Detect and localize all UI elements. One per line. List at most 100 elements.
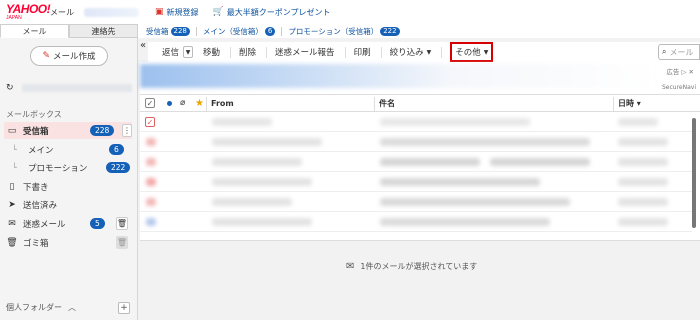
table-row[interactable]: ✓ (140, 112, 692, 132)
column-date[interactable]: 日時 ▾ (618, 98, 641, 109)
message-list: ✓ (140, 112, 700, 240)
filter-button[interactable]: 絞り込み ▼ (390, 46, 432, 58)
column-subject[interactable]: 件名 (379, 98, 395, 109)
tab-contacts[interactable]: 連絡先 (69, 24, 138, 38)
reply-label: 返信 (162, 48, 180, 58)
sidebar-item-label: 送信済み (23, 200, 58, 211)
yahoo-logo[interactable]: YAHOO! JAPAN (6, 2, 51, 21)
send-icon: ➤ (8, 199, 16, 210)
delete-button[interactable]: 削除 (239, 46, 256, 58)
coupon-link[interactable]: 🛒 最大半額クーポンプレゼント (213, 7, 331, 18)
coupon-label: 最大半額クーポンプレゼント (226, 7, 331, 17)
table-row[interactable] (140, 152, 692, 172)
new-registration-link[interactable]: ▣ 新規登録 (155, 7, 199, 18)
column-from[interactable]: From (211, 99, 234, 108)
logo-main: YAHOO! (6, 2, 51, 16)
sidebar-item-label: 下書き (23, 182, 49, 193)
folder-tab-main[interactable]: メイン（受信箱） 6 (202, 26, 276, 37)
sidebar-item-spam[interactable]: ✉ 迷惑メール 5 🗑 (0, 215, 138, 232)
sidebar: ✎ メール作成 ↻ メールボックス ▭ 受信箱 228 ⋮ └ メイン 6 └ … (0, 38, 138, 320)
more-button[interactable]: その他 ▼ (450, 42, 494, 62)
empty-trash-icon[interactable]: 🗑 (116, 236, 128, 249)
table-row[interactable] (140, 212, 692, 232)
blurred-sender (212, 158, 302, 166)
folder-tab-count: 228 (170, 26, 190, 36)
caret-down-icon: ▼ (483, 48, 489, 56)
main-count-badge: 6 (109, 144, 124, 155)
compose-label: メール作成 (53, 52, 96, 62)
scrollbar-thumb[interactable] (692, 118, 696, 228)
sidebar-item-promotion[interactable]: └ プロモーション 222 (0, 159, 138, 176)
tab-mail[interactable]: メール (0, 24, 69, 38)
blurred-subject (380, 158, 480, 166)
blurred-date (618, 118, 658, 126)
blurred-checkbox (146, 218, 156, 226)
ad-sponsor: SecureNavi (661, 84, 696, 91)
search-input[interactable]: ⌕ メール (658, 44, 700, 60)
folder-plus-icon: ▣ (155, 7, 164, 17)
empty-spam-icon[interactable]: 🗑 (116, 217, 128, 230)
inbox-count-badge: 228 (90, 125, 115, 136)
tree-branch-icon: └ (12, 163, 17, 172)
sidebar-item-label: ゴミ箱 (23, 238, 49, 249)
spam-icon: ✉ (8, 218, 16, 229)
add-folder-icon[interactable]: + (118, 301, 130, 314)
more-options-icon[interactable]: ⋮ (122, 124, 132, 137)
collapse-sidebar-icon[interactable]: « (138, 38, 148, 52)
sidebar-item-inbox[interactable]: ▭ 受信箱 228 ⋮ (4, 122, 132, 139)
blurred-subject (380, 138, 590, 146)
sidebar-item-main[interactable]: └ メイン 6 (0, 141, 138, 158)
logo-sub: JAPAN (6, 15, 22, 21)
blurred-date (618, 138, 668, 146)
print-button[interactable]: 印刷 (354, 46, 371, 58)
blurred-date (618, 178, 668, 186)
blurred-checkbox (146, 138, 156, 146)
blurred-date (618, 158, 668, 166)
refresh-icon[interactable]: ↻ (6, 83, 14, 93)
refresh-row: ↻ (6, 82, 134, 94)
folder-tabs: 受信箱 228 メイン（受信箱） 6 プロモーション（受信箱） 222 (146, 24, 406, 38)
sidebar-item-label: 受信箱 (23, 126, 49, 137)
divider (266, 46, 268, 58)
blurred-date (618, 218, 668, 226)
attachment-icon[interactable]: ⌀ (180, 98, 185, 108)
ad-banner[interactable]: 広告 ▷ ✕ SecureNavi (140, 62, 700, 94)
blurred-sender (212, 118, 272, 126)
scrollbar[interactable] (692, 112, 696, 240)
preview-pane: ✉ 1件のメールが選択されています (140, 240, 700, 320)
blurred-sender (212, 218, 312, 226)
move-button[interactable]: 移動 (203, 46, 220, 58)
table-row[interactable] (140, 192, 692, 212)
table-row[interactable] (140, 172, 692, 192)
report-spam-button[interactable]: 迷惑メール報告 (275, 46, 335, 58)
folder-tab-label: メイン（受信箱） (202, 26, 263, 36)
sidebar-item-drafts[interactable]: ▯ 下書き (0, 178, 138, 195)
mailbox-heading: メールボックス (6, 110, 62, 119)
sidebar-item-label: プロモーション (28, 163, 88, 174)
chevron-down-icon[interactable]: ▼ (183, 46, 194, 58)
blurred-subject-2 (490, 158, 590, 166)
top-bar: YAHOO! JAPAN メール ▣ 新規登録 🛒 最大半額クーポンプレゼント (0, 0, 700, 24)
more-label: その他 (455, 48, 481, 58)
reply-button[interactable]: 返信 ▼ (162, 46, 194, 58)
tree-branch-icon: └ (12, 145, 17, 154)
caret-down-icon: ▼ (426, 48, 432, 56)
storage-info-redacted (21, 84, 132, 92)
personal-folders[interactable]: 個人フォルダー ︿ + (6, 301, 134, 314)
star-icon[interactable]: ★ (195, 98, 204, 109)
compose-button[interactable]: ✎ メール作成 (30, 46, 108, 66)
row-checkbox[interactable]: ✓ (145, 117, 155, 127)
blurred-checkbox (146, 178, 156, 186)
trash-icon: 🗑 (6, 237, 18, 248)
sidebar-item-sent[interactable]: ➤ 送信済み (0, 196, 138, 213)
folder-tab-inbox[interactable]: 受信箱 228 (146, 26, 190, 37)
unread-dot-icon[interactable] (167, 100, 172, 106)
select-all-checkbox[interactable]: ✓ (145, 98, 155, 108)
table-row[interactable] (140, 132, 692, 152)
pen-icon: ✎ (42, 51, 51, 61)
chevron-up-icon[interactable]: ︿ (68, 302, 76, 313)
divider (206, 97, 207, 111)
sidebar-item-trash[interactable]: 🗑 ゴミ箱 🗑 (0, 234, 138, 251)
folder-tab-promotion[interactable]: プロモーション（受信箱） 222 (288, 26, 400, 37)
sidebar-item-label: メイン (28, 145, 54, 156)
